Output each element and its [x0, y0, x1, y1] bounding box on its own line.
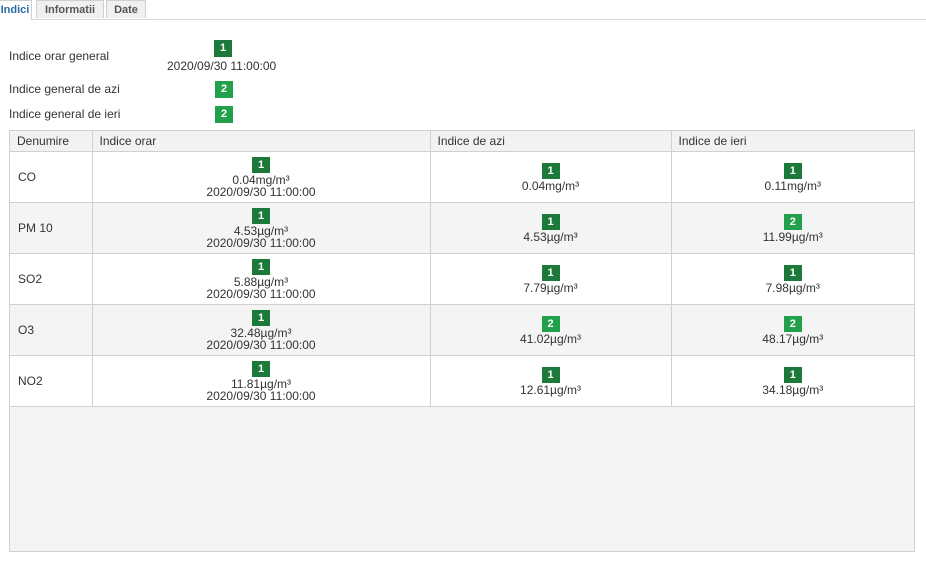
yesterday-cell: 1 7.98µg/m³ [671, 253, 914, 305]
yesterday-value: 0.11mg/m³ [764, 178, 821, 193]
today-general-label: Indice general de azi [9, 82, 120, 96]
hourly-value: 0.04mg/m³ [232, 172, 290, 187]
hourly-value: 5.88µg/m³ [233, 274, 289, 289]
yesterday-value: 48.17µg/m³ [762, 331, 824, 346]
hourly-cell: 1 11.81µg/m³ 2020/09/30 11:00:00 [92, 355, 431, 407]
today-cell: 1 0.04mg/m³ [430, 151, 672, 203]
yesterday-cell: 1 34.18µg/m³ [671, 355, 914, 407]
today-index-badge: 1 [541, 213, 560, 230]
pollutant-table: Denumire Indice orar Indice de azi Indic… [9, 130, 915, 552]
hourly-general-badge: 1 [214, 40, 232, 57]
yesterday-value: 7.98µg/m³ [765, 280, 820, 295]
col-header-indice-orar[interactable]: Indice orar [92, 131, 431, 152]
today-value: 7.79µg/m³ [523, 280, 578, 295]
yesterday-index-badge: 1 [783, 366, 802, 383]
hourly-value: 11.81µg/m³ [230, 376, 292, 391]
today-cell: 2 41.02µg/m³ [430, 304, 672, 356]
today-value: 41.02µg/m³ [520, 331, 581, 346]
table-row: CO 1 0.04mg/m³ 2020/09/30 11:00:00 1 0.04mg/m… [10, 151, 914, 203]
hourly-general-timestamp: 2020/09/30 11:00:00 [167, 59, 277, 73]
hourly-cell: 1 32.48µg/m³ 2020/09/30 11:00:00 [92, 304, 431, 356]
hourly-timestamp: 2020/09/30 11:00:00 [206, 235, 316, 250]
hourly-index-badge: 1 [252, 309, 270, 326]
hourly-timestamp: 2020/09/30 11:00:00 [206, 337, 316, 352]
yesterday-general-badge: 2 [215, 106, 233, 123]
today-cell: 1 4.53µg/m³ [430, 202, 672, 254]
today-value: 12.61µg/m³ [520, 382, 581, 397]
table-row: NO2 1 11.81µg/m³ 2020/09/30 11:00:00 1 12.61µ… [10, 355, 914, 407]
today-index-badge: 1 [541, 366, 560, 383]
today-value: 4.53µg/m³ [523, 229, 578, 244]
hourly-value: 32.48µg/m³ [230, 325, 292, 340]
hourly-index-badge: 1 [252, 156, 270, 173]
table-row: PM 10 1 4.53µg/m³ 2020/09/30 11:00:00 1 4.53µ… [10, 202, 914, 254]
table-row: SO2 1 5.88µg/m³ 2020/09/30 11:00:00 1 7.79µg/… [10, 253, 914, 305]
yesterday-index-badge: 1 [783, 162, 802, 179]
today-index-badge: 2 [541, 315, 560, 332]
yesterday-index-badge: 1 [783, 264, 802, 281]
col-header-denumire[interactable]: Denumire [10, 131, 93, 152]
yesterday-index-badge: 2 [783, 213, 802, 230]
tab-indici[interactable]: Indici [0, 0, 32, 20]
col-header-indice-ieri[interactable]: Indice de ieri [671, 131, 914, 152]
today-value: 0.04mg/m³ [521, 178, 580, 193]
col-header-indice-azi[interactable]: Indice de azi [430, 131, 672, 152]
hourly-timestamp: 2020/09/30 11:00:00 [206, 388, 316, 403]
hourly-cell: 1 5.88µg/m³ 2020/09/30 11:00:00 [92, 253, 431, 305]
hourly-cell: 1 4.53µg/m³ 2020/09/30 11:00:00 [92, 202, 431, 254]
pollutant-name: NO2 [10, 355, 93, 407]
hourly-index-badge: 1 [252, 360, 270, 377]
yesterday-cell: 2 11.99µg/m³ [671, 202, 914, 254]
pollutant-name: CO [10, 151, 93, 203]
pollutant-name: PM 10 [10, 202, 93, 254]
yesterday-value: 11.99µg/m³ [762, 229, 823, 244]
tab-date[interactable]: Date [106, 0, 146, 18]
yesterday-index-badge: 2 [783, 315, 802, 332]
hourly-value: 4.53µg/m³ [233, 223, 289, 238]
today-cell: 1 7.79µg/m³ [430, 253, 672, 305]
hourly-index-badge: 1 [252, 207, 270, 224]
today-cell: 1 12.61µg/m³ [430, 355, 672, 407]
today-index-badge: 1 [541, 264, 560, 281]
today-general-badge: 2 [215, 81, 233, 98]
tab-informatii[interactable]: Informatii [36, 0, 104, 18]
hourly-general-label: Indice orar general [9, 49, 110, 63]
pollutant-name: SO2 [10, 253, 93, 305]
pollutant-name: O3 [10, 304, 93, 356]
yesterday-cell: 1 0.11mg/m³ [671, 151, 914, 203]
hourly-cell: 1 0.04mg/m³ 2020/09/30 11:00:00 [92, 151, 431, 203]
yesterday-value: 34.18µg/m³ [762, 382, 824, 397]
today-index-badge: 1 [541, 162, 560, 179]
hourly-index-badge: 1 [252, 258, 270, 275]
yesterday-general-label: Indice general de ieri [9, 107, 121, 121]
hourly-timestamp: 2020/09/30 11:00:00 [206, 286, 316, 301]
hourly-timestamp: 2020/09/30 11:00:00 [206, 184, 316, 199]
tab-bar: Indici Informatii Date [0, 0, 926, 20]
yesterday-cell: 2 48.17µg/m³ [671, 304, 914, 356]
table-row: O3 1 32.48µg/m³ 2020/09/30 11:00:00 2 41.02µg… [10, 304, 914, 356]
